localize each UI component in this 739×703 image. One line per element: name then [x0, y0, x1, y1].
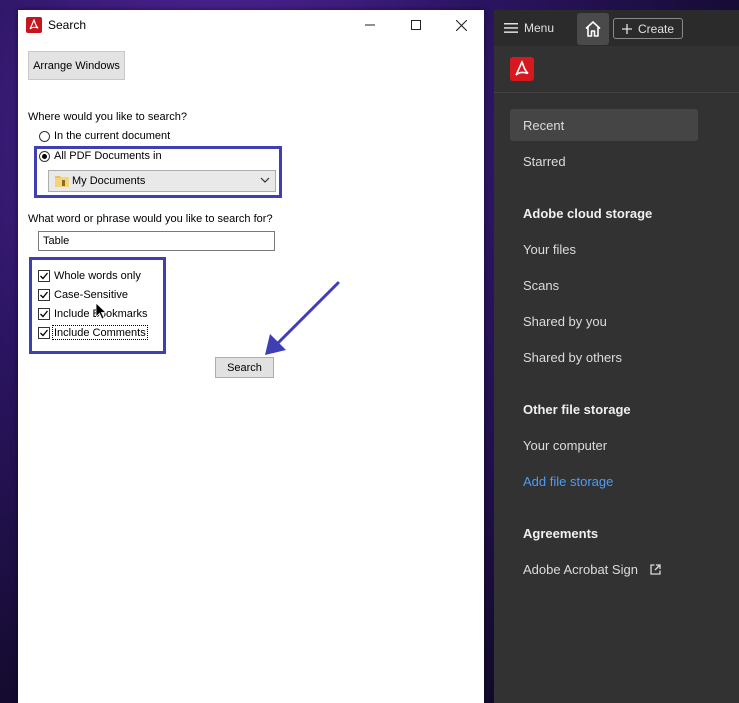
nav-scans[interactable]: Scans	[523, 278, 559, 293]
arrange-windows-button[interactable]: Arrange Windows	[28, 51, 125, 80]
include-comments-label: Include Comments	[54, 327, 146, 339]
check-icon	[40, 272, 49, 280]
check-icon	[40, 329, 49, 337]
include-comments-checkbox[interactable]	[38, 327, 50, 339]
menu-label: Menu	[524, 21, 555, 35]
where-prompt: Where would you like to search?	[28, 111, 187, 123]
close-button[interactable]	[438, 10, 484, 40]
acrobat-home-panel: Menu Create Recent Starred Adobe cloud s…	[494, 10, 739, 703]
panel-divider	[494, 92, 739, 93]
home-icon	[585, 21, 601, 37]
close-icon	[455, 19, 467, 31]
nav-shared-by-others[interactable]: Shared by others	[523, 350, 622, 365]
nav-your-computer[interactable]: Your computer	[523, 438, 607, 453]
minimize-icon	[365, 24, 375, 26]
agreements-heading: Agreements	[523, 526, 599, 541]
home-button[interactable]	[577, 13, 609, 45]
nav-your-files[interactable]: Your files	[523, 242, 576, 257]
nav-add-file-storage[interactable]: Add file storage	[523, 474, 613, 489]
dialog-title: Search	[48, 18, 87, 32]
folder-icon	[55, 176, 69, 187]
include-bookmarks-checkbox[interactable]	[38, 308, 50, 320]
whole-words-checkbox[interactable]	[38, 270, 50, 282]
acrobat-top-bar: Menu Create	[494, 10, 739, 46]
case-sensitive-checkbox[interactable]	[38, 289, 50, 301]
hamburger-menu-icon	[504, 23, 518, 33]
chevron-down-icon	[260, 177, 270, 183]
nav-shared-by-you[interactable]: Shared by you	[523, 314, 607, 329]
menu-button[interactable]: Menu	[504, 17, 554, 39]
create-label: Create	[637, 21, 675, 36]
radio-all-pdf[interactable]	[39, 151, 50, 162]
radio-current-document[interactable]	[39, 131, 50, 142]
nav-recent[interactable]: Recent	[523, 118, 564, 133]
external-link-icon	[649, 564, 661, 575]
mouse-cursor-icon	[96, 303, 108, 320]
location-value: My Documents	[72, 175, 146, 187]
radio-all-label: All PDF Documents in	[54, 150, 162, 162]
maximize-button[interactable]	[393, 10, 439, 40]
search-button[interactable]: Search	[215, 357, 274, 378]
maximize-icon	[411, 20, 421, 30]
nav-starred[interactable]: Starred	[523, 154, 566, 169]
acrobat-sign-label: Adobe Acrobat Sign	[523, 562, 638, 577]
check-icon	[40, 291, 49, 299]
case-sensitive-label: Case-Sensitive	[54, 289, 128, 301]
cloud-storage-heading: Adobe cloud storage	[523, 206, 653, 221]
title-bar[interactable]: Search	[18, 10, 484, 40]
nav-acrobat-sign[interactable]: Adobe Acrobat Sign	[523, 562, 661, 577]
check-icon	[40, 310, 49, 318]
search-dialog: Search Arrange Windows Where would you l…	[18, 10, 484, 703]
plus-icon	[621, 23, 632, 34]
phrase-prompt: What word or phrase would you like to se…	[28, 213, 273, 225]
other-storage-heading: Other file storage	[523, 402, 631, 417]
radio-current-label: In the current document	[54, 130, 171, 142]
search-phrase-input[interactable]	[38, 231, 275, 251]
acrobat-logo-icon	[510, 57, 534, 81]
acrobat-app-icon	[26, 17, 42, 33]
location-dropdown[interactable]: My Documents	[48, 170, 276, 192]
create-button[interactable]: Create	[613, 18, 683, 39]
minimize-button[interactable]	[347, 10, 393, 40]
whole-words-label: Whole words only	[54, 270, 141, 282]
